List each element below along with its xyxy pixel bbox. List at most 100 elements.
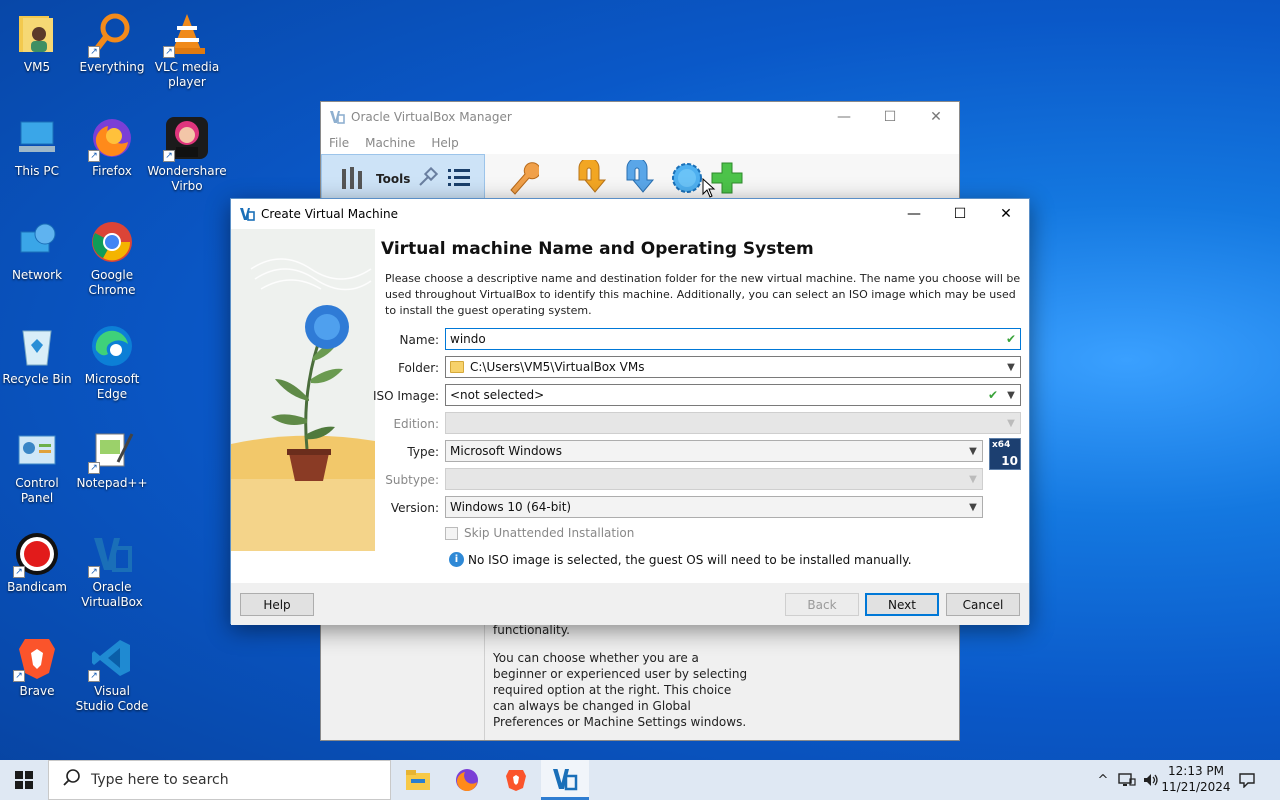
desktop-icon-label: Firefox: [92, 164, 132, 178]
desktop-icon-virtualbox[interactable]: ↗ Oracle VirtualBox: [75, 524, 149, 614]
maximize-button[interactable]: ☐: [937, 199, 983, 229]
checkbox-box[interactable]: [445, 526, 458, 540]
dialog-footer: Help Back Next Cancel: [231, 583, 1029, 625]
back-button[interactable]: Back: [785, 593, 859, 616]
preferences-wrench-icon[interactable]: [499, 156, 543, 200]
manager-toolbar: Tools: [321, 154, 959, 204]
dialog-titlebar: Create Virtual Machine — ☐ ✕: [231, 199, 1029, 229]
iso-image-select[interactable]: <not selected> ✔ ▼: [445, 384, 1021, 406]
taskbar-brave[interactable]: [492, 760, 540, 800]
chevron-down-icon[interactable]: ▼: [964, 446, 982, 457]
name-field[interactable]: windo ✔: [445, 328, 1021, 350]
tools-label: Tools: [376, 172, 411, 186]
skip-unattended-label: Skip Unattended Installation: [464, 526, 635, 540]
desktop-icon-virbo[interactable]: ↗ Wondershare Virbo: [147, 108, 227, 198]
subtype-label: Subtype:: [385, 473, 439, 487]
desktop-icon-label: Visual Studio Code: [75, 684, 149, 713]
chevron-down-icon[interactable]: ▼: [1002, 390, 1020, 401]
desktop-icon-label: Wondershare Virbo: [147, 164, 227, 193]
taskbar-virtualbox[interactable]: [541, 760, 589, 800]
firefox-icon: [456, 769, 478, 792]
manager-menubar: File Machine Help: [321, 132, 959, 154]
version-select[interactable]: Windows 10 (64-bit) ▼: [445, 496, 983, 518]
desktop-icon-label: Microsoft Edge: [84, 372, 140, 401]
version-label: Version:: [390, 501, 439, 515]
desktop-icon-everything[interactable]: ↗ Everything: [75, 4, 149, 94]
minimize-button[interactable]: —: [891, 199, 937, 229]
chevron-down-icon[interactable]: ▼: [1002, 362, 1020, 373]
desktop-icon-vm5[interactable]: VM5: [0, 4, 74, 94]
info-icon: i: [449, 552, 464, 567]
page-title: Virtual machine Name and Operating Syste…: [381, 239, 814, 259]
taskbar-clock[interactable]: 12:13 PM 11/21/2024: [1158, 763, 1234, 795]
pin-icon[interactable]: [416, 166, 439, 192]
maximize-button[interactable]: ☐: [867, 102, 913, 132]
next-button[interactable]: Next: [865, 593, 939, 616]
desktop-icon-control-panel[interactable]: Control Panel: [0, 420, 74, 510]
type-select[interactable]: Microsoft Windows ▼: [445, 440, 983, 462]
bandicam-icon: ↗: [13, 530, 61, 578]
os-arch: x64: [992, 440, 1011, 450]
folder-value: C:\Users\VM5\VirtualBox VMs: [470, 360, 645, 374]
desktop-icon-recycle-bin[interactable]: Recycle Bin: [0, 316, 74, 406]
desktop-icon-this-pc[interactable]: This PC: [0, 108, 74, 198]
desktop-icon-brave[interactable]: ↗ Brave: [0, 628, 74, 718]
edge-icon: [88, 322, 136, 370]
desktop-icon-label: VLC media player: [154, 60, 220, 89]
skip-unattended-checkbox[interactable]: Skip Unattended Installation: [445, 526, 634, 540]
version-value: Windows 10 (64-bit): [450, 500, 572, 514]
desktop-icon-label: Control Panel: [15, 476, 59, 505]
desktop-icon-firefox[interactable]: ↗ Firefox: [75, 108, 149, 198]
help-button[interactable]: Help: [240, 593, 314, 616]
desktop-icon-network[interactable]: Network: [0, 212, 74, 302]
import-arrow-icon[interactable]: [567, 156, 611, 200]
menu-help[interactable]: Help: [431, 136, 458, 150]
desktop-icon-notepadpp[interactable]: ↗ Notepad++: [75, 420, 149, 510]
windows-logo-icon: [15, 771, 33, 789]
cancel-button[interactable]: Cancel: [946, 593, 1020, 616]
dialog-title: Create Virtual Machine: [261, 207, 398, 221]
firefox-icon: ↗: [88, 114, 136, 162]
desktop-icon-label: Google Chrome: [88, 268, 136, 297]
desktop-icon-edge[interactable]: Microsoft Edge: [75, 316, 149, 406]
user-folder-icon: [13, 10, 61, 58]
start-button[interactable]: [0, 760, 48, 800]
welcome-text: functionality. You can choose whether yo…: [493, 622, 753, 742]
virtualbox-logo-icon: [239, 206, 255, 222]
dialog-body: Virtual machine Name and Operating Syste…: [231, 229, 1029, 583]
desktop-icon-label: This PC: [15, 164, 59, 178]
minimize-button[interactable]: —: [821, 102, 867, 132]
close-button[interactable]: ✕: [983, 199, 1029, 229]
chevron-down-icon[interactable]: ▼: [964, 502, 982, 513]
notifications-icon[interactable]: [1236, 760, 1258, 800]
desktop-icon-chrome[interactable]: Google Chrome: [75, 212, 149, 302]
manager-titlebar: Oracle VirtualBox Manager — ☐ ✕: [321, 102, 959, 132]
windows10-x64-os-icon: x64 10: [989, 438, 1021, 470]
list-view-icon[interactable]: [448, 167, 472, 192]
subtype-select: ▼: [445, 468, 983, 490]
brave-icon: [506, 770, 526, 791]
folder-select[interactable]: C:\Users\VM5\VirtualBox VMs ▼: [445, 356, 1021, 378]
taskbar: Type here to search ^ 12:13 PM 11/21/202…: [0, 760, 1280, 800]
menu-file[interactable]: File: [329, 136, 349, 150]
menu-machine[interactable]: Machine: [365, 136, 415, 150]
virtualbox-icon: [553, 768, 578, 790]
taskbar-search-box[interactable]: Type here to search: [48, 760, 391, 800]
export-arrow-icon[interactable]: [615, 156, 659, 200]
desktop-icon-bandicam[interactable]: ↗ Bandicam: [0, 524, 74, 614]
close-button[interactable]: ✕: [913, 102, 959, 132]
iso-info-message: i No ISO image is selected, the guest OS…: [449, 552, 912, 567]
brave-icon: ↗: [13, 634, 61, 682]
mouse-cursor-icon: [702, 177, 716, 201]
notepad-plus-plus-icon: ↗: [88, 426, 136, 474]
desktop-icon-label: Bandicam: [7, 580, 67, 594]
desktop-icon-vscode[interactable]: ↗ Visual Studio Code: [75, 628, 149, 718]
desktop-icon-vlc[interactable]: ↗ VLC media player: [150, 4, 224, 94]
show-hidden-icons-chevron-up-icon[interactable]: ^: [1094, 760, 1112, 800]
tools-panel[interactable]: Tools: [321, 154, 485, 204]
tools-icon: [338, 163, 368, 196]
taskbar-firefox[interactable]: [443, 760, 491, 800]
taskbar-file-explorer[interactable]: [394, 760, 442, 800]
network-tray-icon[interactable]: [1116, 760, 1138, 800]
manager-title: Oracle VirtualBox Manager: [351, 110, 512, 124]
